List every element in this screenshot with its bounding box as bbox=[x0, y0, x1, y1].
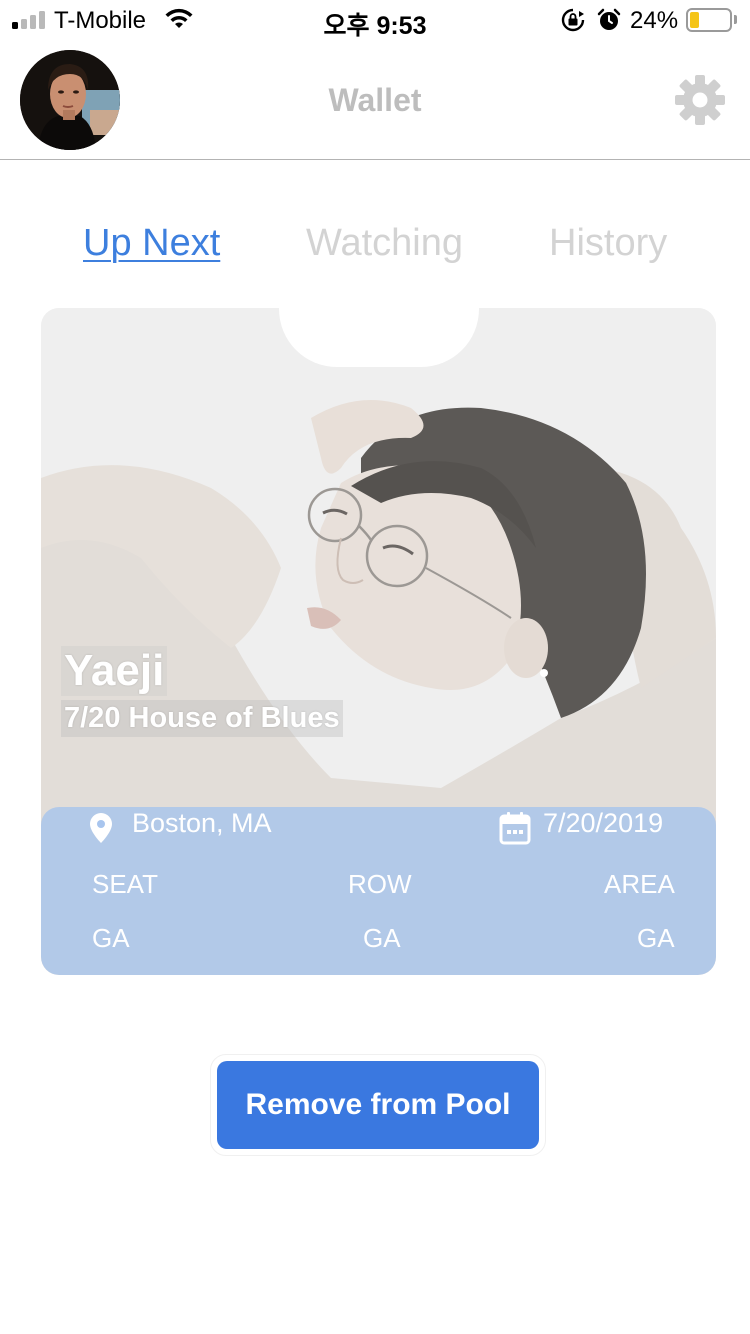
alarm-icon bbox=[597, 8, 621, 30]
event-subtitle: 7/20 House of Blues bbox=[61, 700, 343, 737]
area-label: AREA bbox=[604, 869, 675, 899]
rotation-lock-icon bbox=[561, 8, 585, 32]
seat-label: SEAT bbox=[92, 869, 158, 899]
status-bar: T-Mobile 오후 9:53 24% bbox=[0, 0, 750, 40]
battery-icon bbox=[686, 8, 732, 32]
row-value: GA bbox=[363, 923, 401, 953]
row-label: ROW bbox=[348, 869, 412, 899]
ticket-notch bbox=[279, 308, 479, 367]
area-value: GA bbox=[637, 923, 675, 953]
tab-watching[interactable]: Watching bbox=[306, 222, 463, 265]
gear-icon[interactable] bbox=[674, 74, 726, 126]
wallet-tabs: Up Next Watching History bbox=[0, 222, 750, 272]
tab-up-next[interactable]: Up Next bbox=[83, 222, 220, 265]
battery-level bbox=[690, 12, 699, 28]
nav-header: Wallet bbox=[0, 40, 750, 160]
tab-history[interactable]: History bbox=[549, 222, 667, 265]
battery-percent: 24% bbox=[630, 7, 679, 34]
event-location: Boston, MA bbox=[132, 808, 272, 838]
ticket-card[interactable]: Yaeji 7/20 House of Blues Boston, MA 7/2… bbox=[41, 308, 716, 975]
event-date: 7/20/2019 bbox=[543, 808, 664, 838]
page-title: Wallet bbox=[328, 82, 422, 118]
location-pin-icon bbox=[90, 813, 112, 843]
remove-from-pool-button[interactable]: Remove from Pool bbox=[217, 1061, 539, 1149]
seat-value: GA bbox=[92, 923, 130, 953]
battery-nub bbox=[734, 15, 737, 24]
artist-name: Yaeji bbox=[61, 646, 168, 696]
calendar-icon bbox=[499, 812, 531, 845]
